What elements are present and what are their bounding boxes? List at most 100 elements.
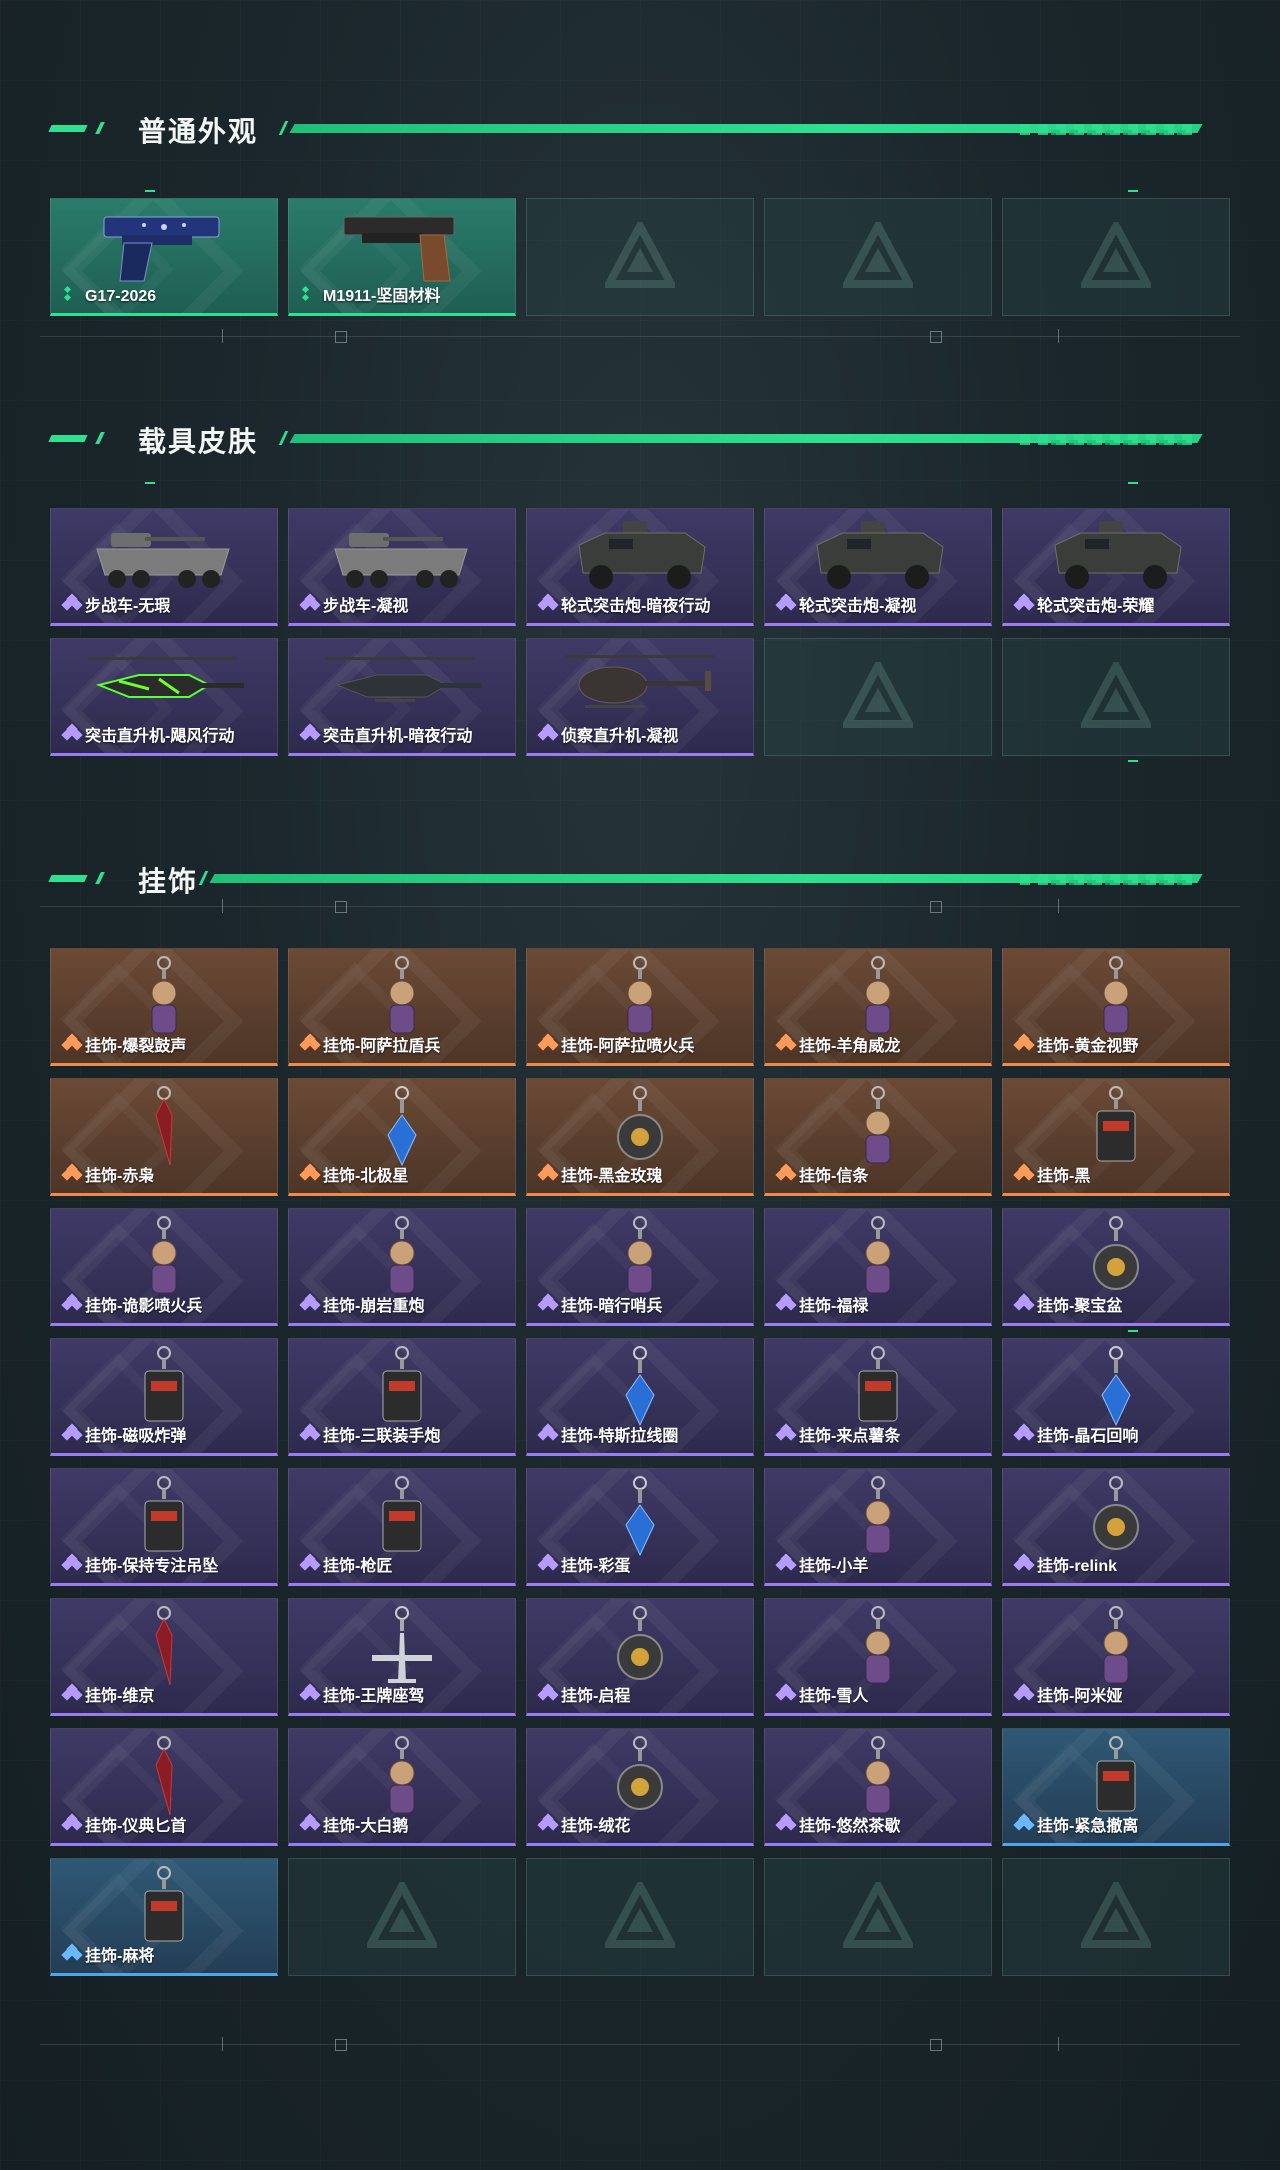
header-bar-tick — [278, 431, 289, 445]
frame-tick-marker — [222, 899, 223, 913]
header-accent-dash — [48, 875, 88, 882]
item-name: 挂饰-北极星 — [323, 1168, 409, 1185]
header-accent-dash — [48, 125, 88, 132]
item-card[interactable]: 挂饰-紧急撤离 — [1002, 1728, 1230, 1846]
item-card[interactable]: M1911-坚固材料 — [288, 198, 516, 316]
rarity-icon — [1013, 593, 1035, 613]
item-thumbnail — [803, 515, 953, 600]
item-card[interactable]: 步战车-无瑕 — [50, 508, 278, 626]
watermark-logo-icon — [605, 222, 675, 288]
rarity-icon — [775, 1683, 797, 1703]
item-thumbnail — [1041, 515, 1191, 600]
item-card[interactable]: 挂饰-晶石回响 — [1002, 1338, 1230, 1456]
item-card[interactable]: 步战车-凝视 — [288, 508, 516, 626]
item-card[interactable]: 轮式突击炮-荣耀 — [1002, 508, 1230, 626]
watermark-logo-icon — [367, 1882, 437, 1948]
item-name: 突击直升机-飓风行动 — [85, 728, 235, 745]
header-accent-tick — [95, 122, 105, 134]
item-name: 挂饰-暗行哨兵 — [561, 1298, 663, 1315]
frame-square-marker — [335, 901, 347, 913]
rarity-icon — [301, 285, 319, 303]
item-card[interactable]: 挂饰-福禄 — [764, 1208, 992, 1326]
item-card[interactable]: 挂饰-麻将 — [50, 1858, 278, 1976]
item-card[interactable]: 挂饰-暗行哨兵 — [526, 1208, 754, 1326]
item-card[interactable]: 侦察直升机-凝视 — [526, 638, 754, 756]
item-card[interactable]: 挂饰-小羊 — [764, 1468, 992, 1586]
item-thumbnail — [327, 515, 477, 600]
item-card[interactable]: 挂饰-仪典匕首 — [50, 1728, 278, 1846]
item-card[interactable]: 挂饰-特斯拉线圈 — [526, 1338, 754, 1456]
item-card[interactable]: 挂饰-聚宝盆 — [1002, 1208, 1230, 1326]
item-card[interactable]: 挂饰-阿萨拉盾兵 — [288, 948, 516, 1066]
item-card[interactable]: 挂饰-雪人 — [764, 1598, 992, 1716]
frame-divider-line — [40, 2044, 1240, 2045]
rarity-icon — [1013, 1553, 1035, 1573]
rarity-icon — [61, 1423, 83, 1443]
item-card[interactable]: 挂饰-黄金视野 — [1002, 948, 1230, 1066]
header-checker-pattern — [1042, 130, 1192, 135]
item-name: 轮式突击炮-凝视 — [799, 598, 917, 615]
watermark-logo-icon — [843, 222, 913, 288]
item-name: 步战车-凝视 — [323, 598, 409, 615]
item-thumbnail — [79, 645, 249, 730]
item-name: 轮式突击炮-荣耀 — [1037, 598, 1155, 615]
item-name: 挂饰-爆裂鼓声 — [85, 1038, 187, 1055]
rarity-icon — [537, 593, 559, 613]
frame-square-marker — [335, 331, 347, 343]
item-grid: 步战车-无瑕 步战车-凝视 轮式突击炮-暗夜行动 轮式突击炮-凝视 轮式突击炮-… — [50, 508, 1230, 756]
frame-tick-marker — [1058, 329, 1059, 343]
item-name: 挂饰-紧急撤离 — [1037, 1818, 1139, 1835]
rarity-icon — [1013, 1423, 1035, 1443]
header-bar-tick — [198, 871, 209, 885]
watermark-logo-icon — [843, 662, 913, 728]
item-card[interactable]: 突击直升机-飓风行动 — [50, 638, 278, 756]
item-card[interactable]: 挂饰-羊角威龙 — [764, 948, 992, 1066]
rarity-icon — [61, 1553, 83, 1573]
rarity-icon — [775, 593, 797, 613]
rarity-icon — [61, 1813, 83, 1833]
item-card[interactable]: 挂饰-来点薯条 — [764, 1338, 992, 1456]
rarity-icon — [1013, 1163, 1035, 1183]
item-card[interactable]: 挂饰-悠然茶歇 — [764, 1728, 992, 1846]
item-card[interactable]: 挂饰-赤枭 — [50, 1078, 278, 1196]
item-card[interactable]: 挂饰-绒花 — [526, 1728, 754, 1846]
item-name: 挂饰-仪典匕首 — [85, 1818, 187, 1835]
item-card[interactable]: 挂饰-维京 — [50, 1598, 278, 1716]
item-card[interactable]: 挂饰-爆裂鼓声 — [50, 948, 278, 1066]
item-card[interactable]: 挂饰-保持专注吊坠 — [50, 1468, 278, 1586]
rarity-icon — [63, 285, 81, 303]
item-card[interactable]: 挂饰-阿米娅 — [1002, 1598, 1230, 1716]
accent-marker — [145, 190, 155, 192]
item-name: 挂饰-羊角威龙 — [799, 1038, 901, 1055]
watermark-logo-icon — [605, 1882, 675, 1948]
item-card[interactable]: 挂饰-大白鹅 — [288, 1728, 516, 1846]
item-name: 挂饰-诡影喷火兵 — [85, 1298, 203, 1315]
accent-marker — [1128, 482, 1138, 484]
item-card[interactable]: 轮式突击炮-凝视 — [764, 508, 992, 626]
item-card[interactable]: 挂饰-诡影喷火兵 — [50, 1208, 278, 1326]
item-card[interactable]: 挂饰-黑 — [1002, 1078, 1230, 1196]
item-name: 挂饰-福禄 — [799, 1298, 869, 1315]
rarity-icon — [775, 1163, 797, 1183]
item-card[interactable]: 挂饰-崩岩重炮 — [288, 1208, 516, 1326]
rarity-icon — [1013, 1293, 1035, 1313]
section-title: 载具皮肤 — [138, 426, 259, 457]
item-card[interactable]: 挂饰-彩蛋 — [526, 1468, 754, 1586]
item-card[interactable]: 挂饰-王牌座驾 — [288, 1598, 516, 1716]
item-card[interactable]: 挂饰-信条 — [764, 1078, 992, 1196]
empty-slot — [1002, 198, 1230, 316]
item-card[interactable]: 挂饰-relink — [1002, 1468, 1230, 1586]
item-card[interactable]: 挂饰-启程 — [526, 1598, 754, 1716]
watermark-logo-icon — [1081, 662, 1151, 728]
item-card[interactable]: G17-2026 — [50, 198, 278, 316]
item-card[interactable]: 挂饰-三联装手炮 — [288, 1338, 516, 1456]
item-card[interactable]: 挂饰-枪匠 — [288, 1468, 516, 1586]
item-card[interactable]: 挂饰-黑金玫瑰 — [526, 1078, 754, 1196]
item-name: 挂饰-绒花 — [561, 1818, 631, 1835]
item-card[interactable]: 挂饰-北极星 — [288, 1078, 516, 1196]
item-card[interactable]: 挂饰-磁吸炸弹 — [50, 1338, 278, 1456]
item-card[interactable]: 轮式突击炮-暗夜行动 — [526, 508, 754, 626]
item-card[interactable]: 挂饰-阿萨拉喷火兵 — [526, 948, 754, 1066]
item-card[interactable]: 突击直升机-暗夜行动 — [288, 638, 516, 756]
section-header: 挂饰 — [48, 858, 1230, 898]
